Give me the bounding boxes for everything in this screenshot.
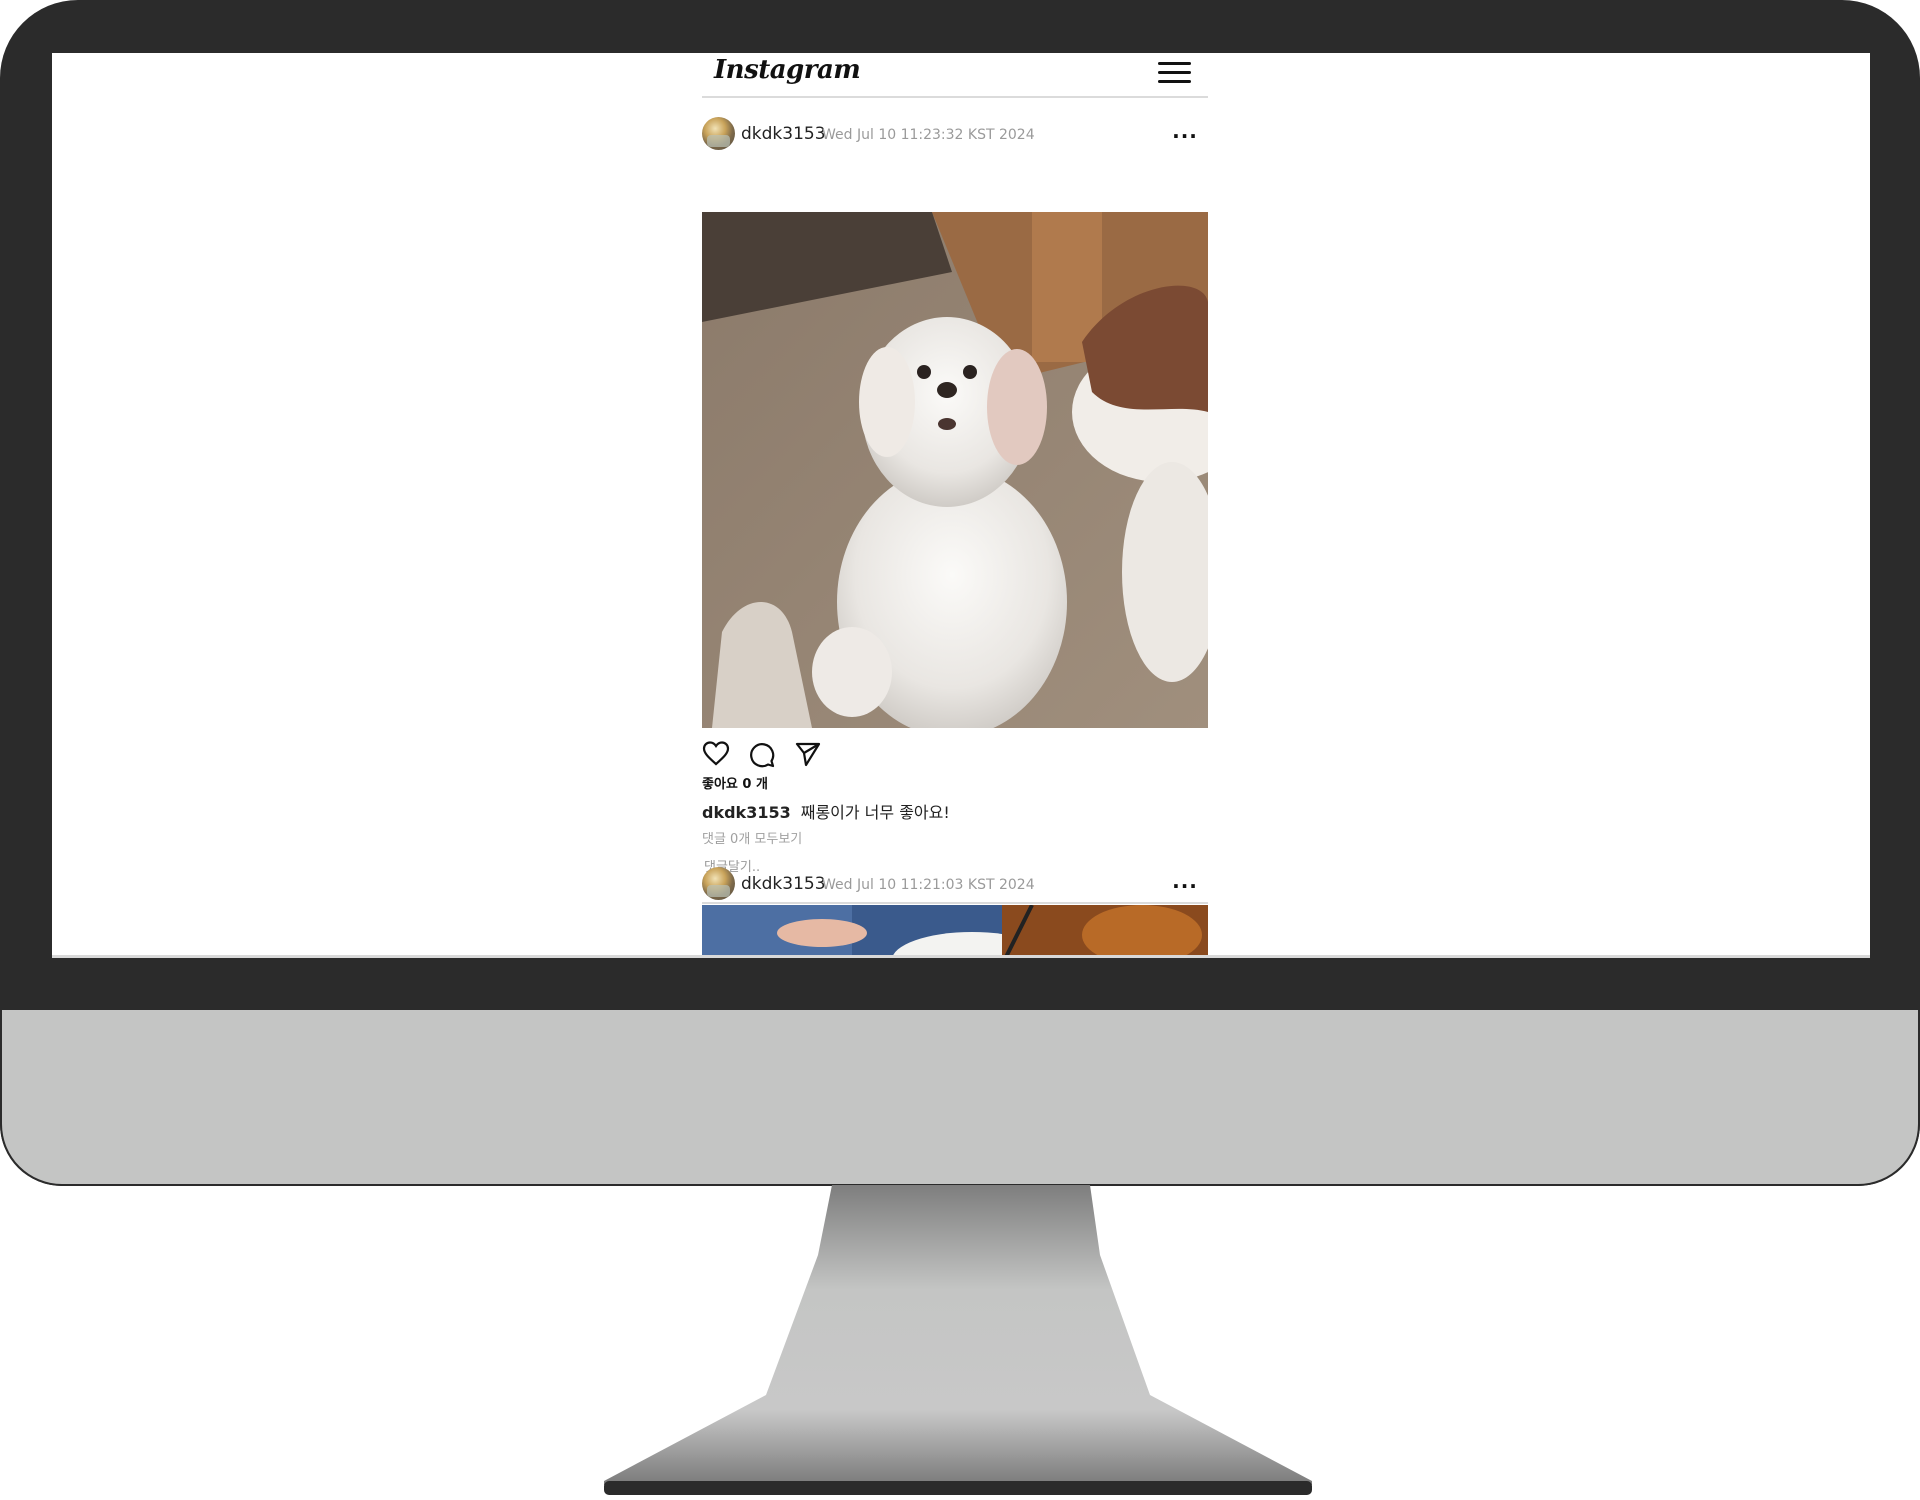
screen: Instagram dkdk3153 Wed Jul 10 11:23:32 K…	[52, 53, 1870, 958]
monitor-chin	[0, 1010, 1920, 1186]
post-username[interactable]: dkdk3153	[741, 874, 826, 894]
post-username[interactable]: dkdk3153	[741, 124, 826, 144]
post-photo-dog	[702, 212, 1208, 728]
app-header: Instagram	[702, 53, 1208, 98]
post-photo-food	[702, 905, 1208, 958]
more-dots-icon[interactable]: ...	[1172, 118, 1198, 144]
instagram-feed: Instagram dkdk3153 Wed Jul 10 11:23:32 K…	[702, 53, 1208, 958]
post-timestamp: Wed Jul 10 11:23:32 KST 2024	[822, 127, 1035, 143]
instagram-logo[interactable]: Instagram	[714, 55, 861, 85]
caption-text: 째롱이가 너무 좋아요!	[800, 803, 950, 822]
avatar[interactable]	[702, 867, 735, 900]
post: dkdk3153 Wed Jul 10 11:21:03 KST 2024 ..…	[702, 860, 1208, 958]
paper-plane-icon[interactable]	[794, 740, 822, 768]
hamburger-menu-icon[interactable]	[1158, 61, 1192, 87]
heart-icon[interactable]	[702, 740, 730, 768]
post-header: dkdk3153 Wed Jul 10 11:21:03 KST 2024 ..…	[702, 860, 1208, 908]
comment-bubble-icon[interactable]	[747, 740, 775, 768]
post-header: dkdk3153 Wed Jul 10 11:23:32 KST 2024 ..…	[702, 110, 1208, 158]
more-dots-icon[interactable]: ...	[1172, 868, 1198, 894]
likes-count: 좋아요 0 개	[702, 777, 768, 792]
view-all-comments-link[interactable]: 댓글 0개 모두보기	[702, 828, 802, 847]
post-actions	[702, 740, 1208, 770]
post: dkdk3153 Wed Jul 10 11:23:32 KST 2024 ..…	[702, 110, 1208, 904]
avatar[interactable]	[702, 117, 735, 150]
caption-username[interactable]: dkdk3153	[702, 803, 791, 822]
screen-bottom-edge	[52, 955, 1870, 958]
post-caption: dkdk3153 째롱이가 너무 좋아요!	[702, 799, 950, 823]
post-timestamp: Wed Jul 10 11:21:03 KST 2024	[822, 877, 1035, 893]
monitor-stand	[604, 1185, 1312, 1495]
